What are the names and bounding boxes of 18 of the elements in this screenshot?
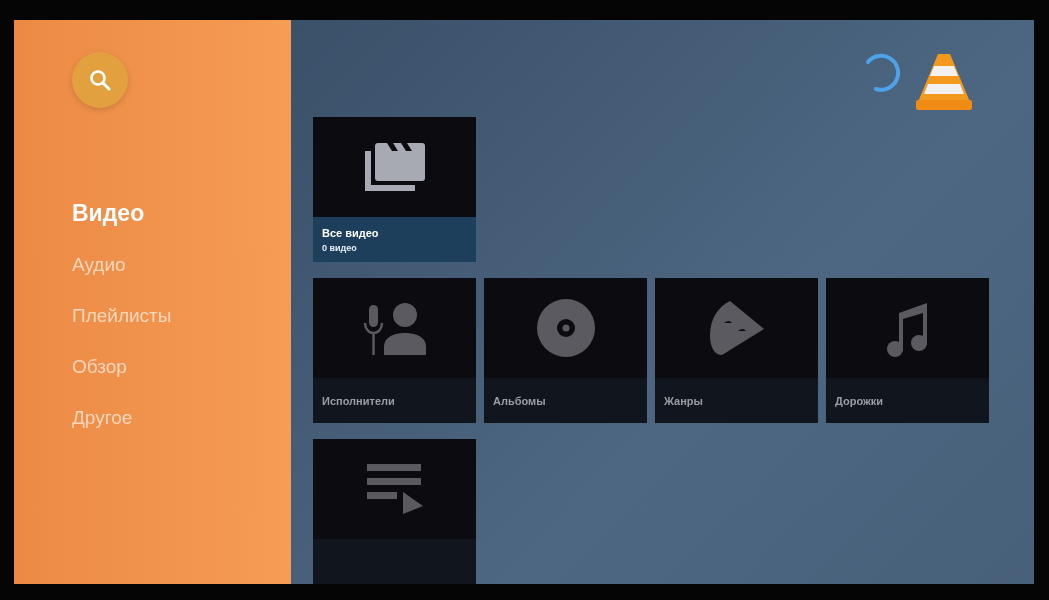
card-title: Альбомы	[493, 394, 547, 407]
category-card[interactable]: Альбомы	[484, 278, 647, 423]
category-card[interactable]: Все видео 0 видео	[313, 117, 476, 262]
category-card[interactable]: Дорожки	[826, 278, 989, 423]
category-card[interactable]: Исполнители	[313, 278, 476, 423]
search-button[interactable]	[72, 52, 128, 108]
card-title: Жанры	[664, 394, 704, 407]
disc-icon	[536, 299, 595, 357]
card-title: Дорожки	[835, 394, 885, 407]
search-icon	[88, 68, 112, 92]
card-title: Все видео	[322, 226, 380, 239]
mask-icon	[707, 299, 766, 357]
category-card[interactable]: Жанры	[655, 278, 818, 423]
card-title: Исполнители	[322, 394, 396, 407]
card-subtitle: 0 видео	[322, 242, 358, 253]
category-card[interactable]	[313, 439, 476, 584]
traffic-cone-logo	[916, 52, 972, 110]
playlist-icon	[366, 464, 423, 514]
